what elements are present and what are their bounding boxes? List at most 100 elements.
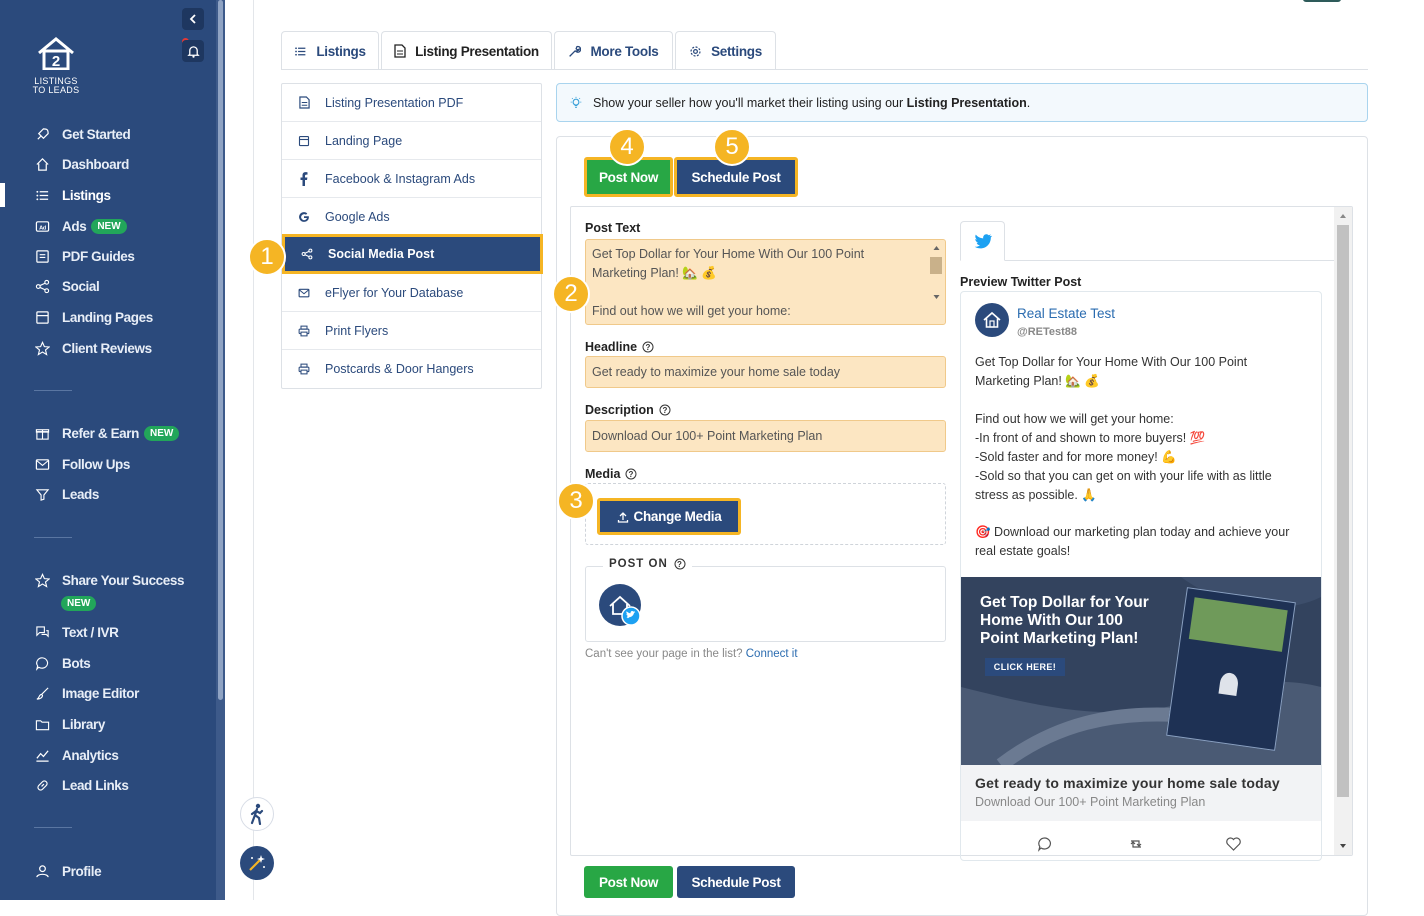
post-text-textarea[interactable]: Get Top Dollar for Your Home With Our 10… — [585, 239, 946, 325]
cant-see-page-text: Can't see your page in the list? Connect… — [585, 648, 798, 660]
gift-icon — [34, 425, 50, 441]
connect-it-link[interactable]: Connect it — [746, 648, 798, 660]
sidebar-item-landing-pages[interactable]: Landing Pages — [0, 305, 216, 329]
top-right-button[interactable] — [1303, 0, 1341, 2]
menu-item-postcards-door-hangers[interactable]: Postcards & Door Hangers — [282, 350, 541, 388]
chevron-left-icon — [189, 14, 196, 24]
tweet-text-line: stress as possible. 🙏 — [975, 488, 1097, 502]
rocket-icon — [34, 126, 50, 142]
new-badge: NEW — [61, 595, 97, 611]
menu-item-print-flyers[interactable]: Print Flyers — [282, 312, 541, 350]
post-text-scrollbar-thumb[interactable] — [930, 257, 942, 274]
post-now-button-bottom[interactable]: Post Now — [584, 866, 673, 898]
collapse-sidebar-button[interactable] — [182, 8, 204, 30]
post-text-label-text: Post Text — [585, 221, 641, 235]
house-logo-icon: 2 — [38, 37, 74, 71]
help-icon[interactable]: ? — [659, 404, 671, 416]
sidebar-item-label: Listings — [62, 187, 111, 203]
tab-twitter-preview[interactable] — [960, 221, 1005, 261]
scroll-up-icon — [1340, 214, 1346, 218]
preview-tab-underline — [960, 260, 1334, 261]
sidebar-item-profile[interactable]: Profile — [0, 859, 216, 883]
sidebar-item-listings[interactable]: Listings — [0, 183, 216, 207]
tab-label: More Tools — [590, 43, 659, 59]
tab-listings[interactable]: Listings — [281, 31, 379, 70]
sidebar-item-lead-links[interactable]: Lead Links — [0, 773, 216, 797]
sidebar-item-share-your-success[interactable]: Share Your Success — [0, 568, 216, 592]
share-icon — [299, 248, 315, 260]
google-icon — [296, 211, 312, 223]
sidebar-item-get-started[interactable]: Get Started — [0, 122, 216, 146]
info-text: Show your seller how you'll market their… — [593, 95, 907, 110]
sidebar-item-client-reviews[interactable]: Client Reviews — [0, 336, 216, 360]
menu-item-facebook-instagram-ads[interactable]: Facebook & Instagram Ads — [282, 160, 541, 198]
sidebar-divider — [34, 390, 72, 391]
tweet-author-name: Real Estate Test — [1017, 306, 1116, 321]
menu-item-google-ads[interactable]: Google Ads — [282, 198, 541, 236]
tab-label: Listings — [316, 43, 366, 59]
tab-settings[interactable]: Settings — [675, 31, 776, 70]
sidebar-item-leads[interactable]: Leads — [0, 482, 216, 506]
sidebar-item-label: Image Editor — [62, 685, 139, 701]
menu-item-label: Landing Page — [325, 133, 403, 148]
sidebar-divider — [34, 537, 72, 538]
editor-scrollbar-thumb[interactable] — [1337, 225, 1349, 797]
preview-label: Preview Twitter Post — [960, 275, 1082, 289]
tab-more-tools[interactable]: More Tools — [554, 31, 673, 70]
help-icon[interactable]: ? — [674, 558, 686, 570]
menu-item-social-media-post[interactable]: Social Media Post — [282, 234, 543, 274]
tweet-text-line: -Sold so that you can get on with your l… — [975, 469, 1272, 483]
walkthrough-button[interactable] — [240, 797, 274, 831]
sidebar-item-pdf-guides[interactable]: PDF Guides — [0, 244, 216, 268]
sidebar-item-label: Profile — [62, 863, 102, 879]
sidebar-item-library[interactable]: Library — [0, 712, 216, 736]
logo[interactable]: 2 LISTINGS TO LEADS — [30, 36, 82, 95]
share-success-badge-row: NEW — [0, 591, 216, 615]
filter-icon — [34, 486, 50, 502]
help-icon[interactable]: ? — [642, 341, 654, 353]
star-icon — [34, 572, 50, 588]
info-end: . — [1026, 95, 1031, 110]
sidebar-item-analytics[interactable]: Analytics — [0, 743, 216, 767]
sidebar-item-follow-ups[interactable]: Follow Ups — [0, 452, 216, 476]
sidebar-item-ads[interactable]: Ad Ads NEW — [0, 214, 216, 238]
sidebar-item-text-ivr[interactable]: Text / IVR — [0, 620, 216, 644]
tab-listing-presentation[interactable]: Listing Presentation — [381, 31, 552, 70]
post-text-line: Get Top Dollar for Your Home With Our 10… — [592, 247, 865, 261]
chat-icon — [34, 655, 50, 671]
logo-text-line-2: TO LEADS — [32, 85, 80, 95]
sidebar-item-refer-earn[interactable]: Refer & Earn NEW — [0, 421, 216, 445]
twitter-account-avatar[interactable] — [598, 584, 642, 626]
menu-item-label: Google Ads — [325, 209, 390, 224]
menu-item-landing-page[interactable]: Landing Page — [282, 122, 541, 160]
analytics-icon — [34, 747, 50, 763]
sidebar-item-image-editor[interactable]: Image Editor — [0, 681, 216, 705]
gear-icon — [689, 45, 702, 58]
sidebar-scrollbar-thumb[interactable] — [218, 0, 223, 700]
tab-label: Listing Presentation — [415, 43, 539, 59]
sidebar-divider — [34, 827, 72, 828]
post-text-scrollbar[interactable] — [929, 241, 944, 303]
list-icon — [294, 45, 307, 58]
sidebar: 2 LISTINGS TO LEADS Get Started Dashboar… — [0, 0, 225, 900]
schedule-post-button-bottom[interactable]: Schedule Post — [677, 866, 795, 898]
sidebar-item-bots[interactable]: Bots — [0, 651, 216, 675]
notifications-button[interactable] — [182, 40, 204, 62]
magic-wand-button[interactable] — [240, 846, 274, 880]
menu-item-listing-presentation-pdf[interactable]: Listing Presentation PDF — [282, 84, 541, 122]
tab-underline — [281, 69, 1368, 70]
help-icon[interactable]: ? — [625, 468, 637, 480]
change-media-button[interactable]: Change Media — [597, 498, 741, 535]
sidebar-item-dashboard[interactable]: Dashboard — [0, 152, 216, 176]
description-input[interactable]: Download Our 100+ Point Marketing Plan — [585, 420, 946, 452]
sidebar-item-label: Bots — [62, 655, 91, 671]
headline-input[interactable]: Get ready to maximize your home sale tod… — [585, 356, 946, 388]
sidebar-item-social[interactable]: Social — [0, 274, 216, 298]
page-icon — [34, 309, 50, 325]
menu-item-eflyer[interactable]: eFlyer for Your Database — [282, 274, 541, 312]
sidebar-item-label: PDF Guides — [62, 248, 135, 264]
sidebar-item-label: Library — [62, 716, 105, 732]
facebook-icon — [296, 171, 312, 186]
bell-icon — [186, 45, 200, 58]
sidebar-item-label: Analytics — [62, 747, 119, 763]
